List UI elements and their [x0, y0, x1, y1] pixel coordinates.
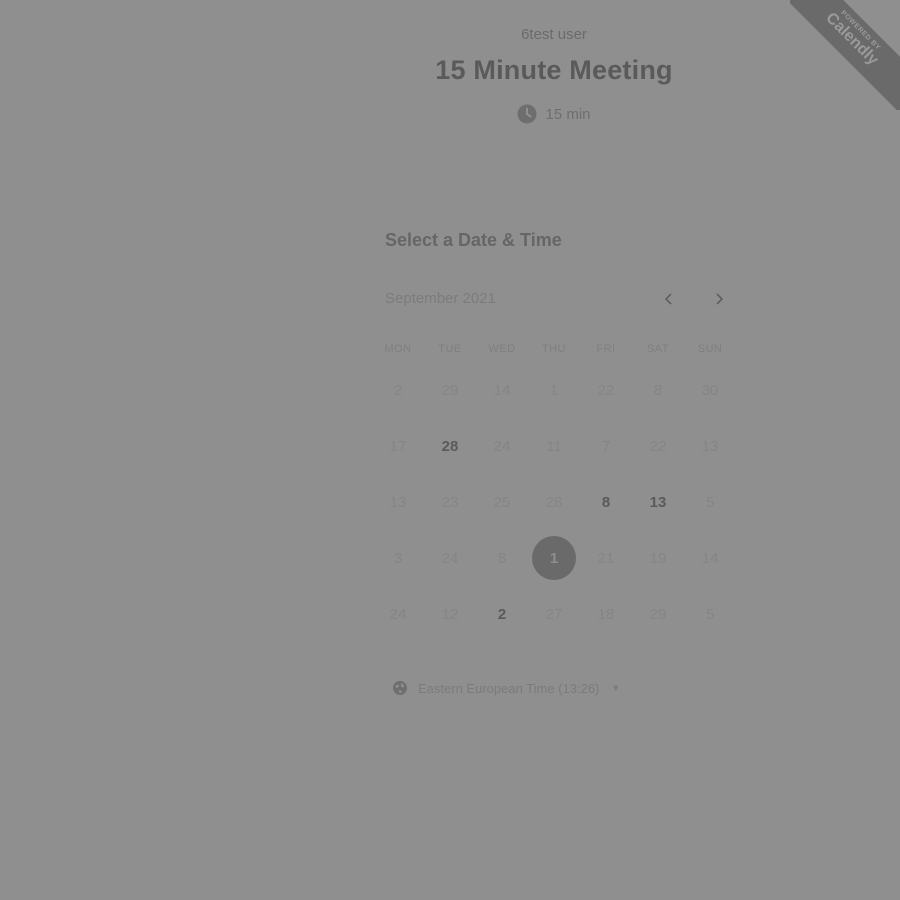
weekday-label: SUN — [697, 343, 723, 355]
chevron-left-icon[interactable] — [659, 288, 679, 310]
calendar-day: 18 — [580, 586, 632, 642]
day-number: 8 — [497, 549, 507, 567]
day-number: 11 — [546, 437, 562, 455]
event-header: 6test user 15 Minute Meeting 15 min — [354, 20, 754, 124]
day-number: 13 — [701, 437, 719, 455]
day-number: 29 — [441, 381, 459, 399]
day-number: 1 — [532, 536, 576, 580]
weekday-header: MON TUE WED THU FRI SAT SUN — [372, 343, 736, 355]
weekday-label: THU — [541, 343, 567, 355]
select-date-heading: Select a Date & Time — [385, 230, 562, 250]
day-number: 17 — [389, 437, 407, 455]
powered-by-ribbon[interactable]: POWERED BY Calendly — [790, 0, 900, 110]
calendar-day: 2 — [372, 362, 424, 418]
calendar-day: 14 — [476, 362, 528, 418]
event-duration: 15 min — [354, 104, 754, 124]
timezone-selector[interactable]: Eastern European Time (13:26) ▼ — [392, 680, 620, 696]
day-number: 7 — [601, 437, 611, 455]
calendar-day: 17 — [372, 418, 424, 474]
day-number: 18 — [597, 605, 615, 623]
calendar-day: 7 — [580, 418, 632, 474]
calendar-day: 27 — [528, 586, 580, 642]
day-number: 27 — [545, 605, 563, 623]
available-day[interactable]: 13 — [632, 474, 684, 530]
day-number: 3 — [393, 549, 403, 567]
calendar-day: 23 — [424, 474, 476, 530]
available-day[interactable]: 2 — [476, 586, 528, 642]
day-number: 1 — [549, 381, 559, 399]
day-number: 5 — [705, 605, 715, 623]
calendar-day: 24 — [372, 586, 424, 642]
globe-icon — [393, 681, 407, 695]
day-number: 2 — [497, 605, 507, 623]
day-number: 12 — [441, 605, 459, 623]
day-number: 30 — [701, 381, 719, 399]
calendar-grid: 2 29 14 1 22 8 30 17 28 24 11 7 22 13 13 23 25 28 8 13 5 3 24 8… — [372, 362, 736, 642]
day-number: 25 — [493, 493, 511, 511]
available-day[interactable]: 8 — [580, 474, 632, 530]
weekday-label: WED — [488, 343, 516, 355]
calendar-day: 11 — [528, 418, 580, 474]
calendar-day: 3 — [372, 530, 424, 586]
event-owner: 6test user — [521, 26, 587, 43]
selected-day[interactable]: 1 — [528, 530, 580, 586]
duration-label: 15 min — [545, 105, 591, 123]
calendar-day: 28 — [528, 474, 580, 530]
calendar-day: 22 — [580, 362, 632, 418]
day-number: 23 — [441, 493, 459, 511]
calendar-day: 19 — [632, 530, 684, 586]
event-title: 15 Minute Meeting — [435, 55, 673, 85]
calendar-day: 13 — [372, 474, 424, 530]
day-number: 14 — [493, 381, 511, 399]
day-number: 28 — [545, 493, 563, 511]
calendar-day: 5 — [684, 474, 736, 530]
day-number: 29 — [649, 605, 667, 623]
day-number: 21 — [597, 549, 615, 567]
weekday-label: SAT — [646, 343, 670, 355]
calendar-day: 8 — [632, 362, 684, 418]
caret-down-icon: ▼ — [611, 683, 621, 693]
month-navigation: September 2021 — [385, 288, 730, 310]
chevron-right-icon[interactable] — [709, 288, 729, 310]
calendar-day: 25 — [476, 474, 528, 530]
day-number: 5 — [705, 493, 715, 511]
day-number: 13 — [389, 493, 407, 511]
day-number: 2 — [393, 381, 403, 399]
day-number: 8 — [601, 493, 611, 511]
day-number: 8 — [653, 381, 663, 399]
day-number: 28 — [441, 437, 459, 455]
day-number: 22 — [597, 381, 615, 399]
calendar-day: 24 — [424, 530, 476, 586]
calendar-day: 12 — [424, 586, 476, 642]
day-number: 13 — [649, 493, 667, 511]
weekday-label: FRI — [596, 343, 616, 355]
calendar-day: 29 — [632, 586, 684, 642]
day-number: 24 — [493, 437, 511, 455]
calendar-day: 22 — [632, 418, 684, 474]
calendar-day: 14 — [684, 530, 736, 586]
clock-icon — [517, 104, 537, 124]
timezone-label: Eastern European Time (13:26) — [418, 680, 600, 696]
day-number: 19 — [649, 549, 667, 567]
calendar-day: 5 — [684, 586, 736, 642]
day-number: 22 — [649, 437, 667, 455]
month-label: September 2021 — [385, 290, 496, 307]
weekday-label: TUE — [438, 343, 462, 355]
calendar-day: 21 — [580, 530, 632, 586]
calendar-day: 1 — [528, 362, 580, 418]
day-number: 14 — [701, 549, 719, 567]
available-day[interactable]: 28 — [424, 418, 476, 474]
calendar-day: 13 — [684, 418, 736, 474]
weekday-label: MON — [384, 343, 412, 355]
calendar-day: 8 — [476, 530, 528, 586]
calendar-day: 30 — [684, 362, 736, 418]
calendar-day: 24 — [476, 418, 528, 474]
day-number: 24 — [441, 549, 459, 567]
day-number: 24 — [389, 605, 407, 623]
calendar-day: 29 — [424, 362, 476, 418]
